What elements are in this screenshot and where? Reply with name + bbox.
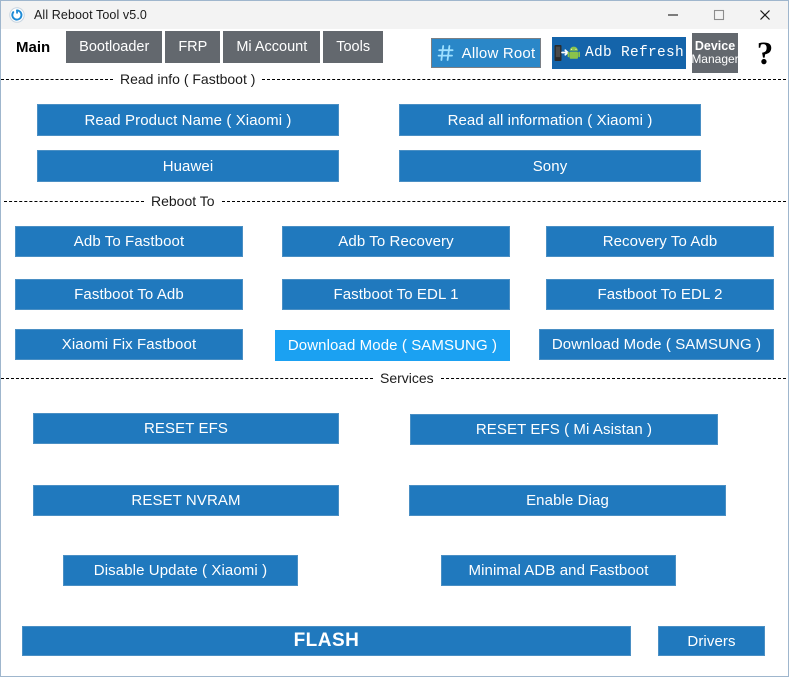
tab-tools[interactable]: Tools bbox=[323, 31, 384, 63]
reset-nvram-label: RESET NVRAM bbox=[131, 492, 241, 509]
tab-strip: Main Bootloader FRP Mi Account Tools bbox=[3, 31, 386, 63]
fastboot-to-adb-label: Fastboot To Adb bbox=[74, 286, 184, 303]
drivers-label: Drivers bbox=[687, 632, 736, 650]
section-reboot-to: Reboot To bbox=[1, 192, 789, 210]
section-services-label: Services bbox=[380, 370, 434, 386]
window-title: All Reboot Tool v5.0 bbox=[34, 8, 147, 22]
sony-button[interactable]: Sony bbox=[399, 150, 701, 182]
reset-efs-label: RESET EFS bbox=[144, 420, 228, 437]
minimal-adb-fastboot-label: Minimal ADB and Fastboot bbox=[468, 562, 649, 579]
download-mode-samsung-1-label: Download Mode ( SAMSUNG ) bbox=[287, 337, 498, 354]
minimal-adb-fastboot-button[interactable]: Minimal ADB and Fastboot bbox=[441, 555, 676, 586]
sony-label: Sony bbox=[532, 157, 568, 175]
tab-frp[interactable]: FRP bbox=[165, 31, 221, 63]
tab-tools-label: Tools bbox=[336, 39, 371, 55]
flash-button[interactable]: FLASH bbox=[22, 626, 631, 656]
title-bar: All Reboot Tool v5.0 bbox=[1, 1, 788, 29]
adb-to-recovery-label: Adb To Recovery bbox=[338, 233, 454, 250]
allow-root-button[interactable]: Allow Root bbox=[431, 38, 541, 68]
device-manager-button[interactable]: Device Manager bbox=[691, 33, 739, 73]
power-reboot-icon bbox=[9, 7, 25, 23]
tab-main-label: Main bbox=[16, 38, 51, 56]
section-reboot-to-label: Reboot To bbox=[151, 193, 215, 209]
minimize-icon[interactable] bbox=[650, 1, 696, 29]
allow-root-label: Allow Root bbox=[461, 44, 536, 62]
fastboot-to-edl2-label: Fastboot To EDL 2 bbox=[597, 286, 723, 303]
download-mode-samsung-2-button[interactable]: Download Mode ( SAMSUNG ) bbox=[539, 329, 774, 360]
close-icon[interactable] bbox=[742, 1, 788, 29]
reset-efs-mi-asistan-label: RESET EFS ( Mi Asistan ) bbox=[475, 421, 653, 438]
xiaomi-fix-fastboot-button[interactable]: Xiaomi Fix Fastboot bbox=[15, 329, 243, 360]
tab-mi-account-label: Mi Account bbox=[236, 39, 308, 55]
fastboot-to-adb-button[interactable]: Fastboot To Adb bbox=[15, 279, 243, 310]
reset-efs-mi-asistan-button[interactable]: RESET EFS ( Mi Asistan ) bbox=[410, 414, 718, 445]
enable-diag-label: Enable Diag bbox=[526, 492, 609, 509]
recovery-to-adb-button[interactable]: Recovery To Adb bbox=[546, 226, 774, 257]
recovery-to-adb-label: Recovery To Adb bbox=[602, 233, 718, 250]
fastboot-to-edl1-label: Fastboot To EDL 1 bbox=[333, 286, 459, 303]
maximize-icon[interactable] bbox=[696, 1, 742, 29]
tab-mi-account[interactable]: Mi Account bbox=[223, 31, 321, 63]
section-read-info-label: Read info ( Fastboot ) bbox=[120, 71, 256, 87]
tab-bootloader[interactable]: Bootloader bbox=[66, 31, 163, 63]
huawei-label: Huawei bbox=[162, 157, 214, 175]
read-all-information-button[interactable]: Read all information ( Xiaomi ) bbox=[399, 104, 701, 136]
adb-refresh-label: Adb Refresh bbox=[584, 45, 684, 61]
huawei-button[interactable]: Huawei bbox=[37, 150, 339, 182]
read-product-name-button[interactable]: Read Product Name ( Xiaomi ) bbox=[37, 104, 339, 136]
adb-refresh-button[interactable]: Adb Refresh bbox=[552, 37, 686, 69]
tab-main[interactable]: Main bbox=[3, 31, 64, 63]
read-product-name-label: Read Product Name ( Xiaomi ) bbox=[84, 111, 292, 129]
phone-android-sync-icon bbox=[554, 43, 580, 63]
enable-diag-button[interactable]: Enable Diag bbox=[409, 485, 726, 516]
hash-icon bbox=[437, 44, 455, 62]
device-manager-label-line2: Manager bbox=[691, 52, 739, 67]
disable-update-button[interactable]: Disable Update ( Xiaomi ) bbox=[63, 555, 298, 586]
adb-to-fastboot-button[interactable]: Adb To Fastboot bbox=[15, 226, 243, 257]
adb-to-fastboot-label: Adb To Fastboot bbox=[73, 233, 185, 250]
read-all-information-label: Read all information ( Xiaomi ) bbox=[447, 111, 653, 129]
disable-update-label: Disable Update ( Xiaomi ) bbox=[93, 562, 268, 579]
flash-label: FLASH bbox=[293, 630, 360, 651]
window-controls bbox=[650, 1, 788, 29]
xiaomi-fix-fastboot-label: Xiaomi Fix Fastboot bbox=[61, 336, 197, 353]
reset-efs-button[interactable]: RESET EFS bbox=[33, 413, 339, 444]
fastboot-to-edl1-button[interactable]: Fastboot To EDL 1 bbox=[282, 279, 510, 310]
application-window: All Reboot Tool v5.0 Main Bootloader FRP… bbox=[0, 0, 789, 677]
download-mode-samsung-2-label: Download Mode ( SAMSUNG ) bbox=[551, 336, 762, 353]
reset-nvram-button[interactable]: RESET NVRAM bbox=[33, 485, 339, 516]
help-icon[interactable]: ? bbox=[749, 37, 781, 71]
section-services: Services bbox=[1, 369, 789, 387]
fastboot-to-edl2-button[interactable]: Fastboot To EDL 2 bbox=[546, 279, 774, 310]
tab-frp-label: FRP bbox=[178, 39, 208, 55]
download-mode-samsung-1-button[interactable]: Download Mode ( SAMSUNG ) bbox=[275, 330, 510, 361]
section-read-info: Read info ( Fastboot ) bbox=[1, 70, 789, 88]
adb-to-recovery-button[interactable]: Adb To Recovery bbox=[282, 226, 510, 257]
tab-bootloader-label: Bootloader bbox=[79, 39, 150, 55]
drivers-button[interactable]: Drivers bbox=[658, 626, 765, 656]
